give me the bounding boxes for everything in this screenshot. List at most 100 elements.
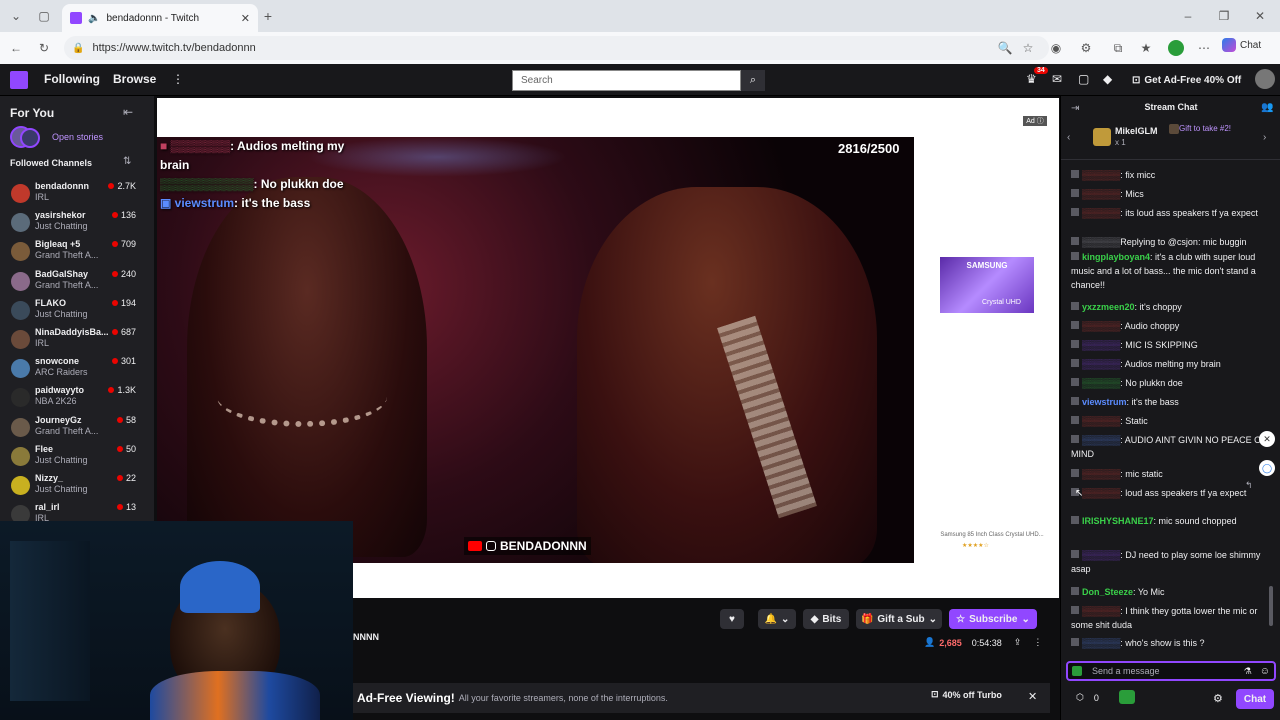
samsung-ad-image[interactable]: SAMSUNG Crystal UHD [940,257,1034,313]
chat-message[interactable]: kingplayboyan4: it's a club with super l… [1071,250,1267,292]
reply-icon[interactable]: ↰ [1245,480,1253,491]
chat-username[interactable]: IRISHYSHANE17 [1082,516,1154,526]
bits-cheer-icon[interactable]: ⚗ [1244,666,1252,677]
subscribe-button[interactable]: ☆ Subscribe ⌄ [949,609,1037,629]
assistant-icon[interactable]: ◯ [1259,460,1275,476]
more-options-icon[interactable]: ⋮ [1033,637,1042,648]
find-icon[interactable]: 🔍 [995,38,1015,58]
chat-message[interactable]: viewstrum: it's the bass [1071,395,1267,409]
url-field[interactable]: 🔒 https://www.twitch.tv/bendadonnn [64,36,1049,60]
chat-username[interactable]: Don_Steeze [1082,587,1133,597]
chat-users-icon[interactable]: 👥 [1261,102,1273,113]
sidebar-channel-item[interactable]: Nizzy_ Just Chatting 22 [0,471,154,500]
split-screen-icon[interactable]: ⧉ [1108,38,1128,58]
sidebar-channel-item[interactable]: BadGalShay Grand Theft A... 240 [0,267,154,296]
chat-input[interactable]: Send a message ⚗ ☺ [1066,661,1276,681]
bits-icon[interactable]: ◆ [1103,72,1112,86]
whispers-icon[interactable]: ▢ [1078,72,1089,86]
favorites-icon[interactable]: ★ [1136,38,1156,58]
collapse-sidebar-icon[interactable]: ⇤ [123,105,133,119]
more-menu-icon[interactable]: ⋯ [1194,38,1214,58]
chat-message[interactable]: ▒▒▒▒▒▒: AUDIO AINT GIVIN NO PEACE O MIND [1071,433,1267,461]
pinned-action[interactable]: Gift to take #2! [1179,124,1231,133]
nav-more-icon[interactable]: ⋮ [172,72,184,86]
sidebar-channel-item[interactable]: JourneyGz Grand Theft A... 58 [0,413,154,442]
chat-message[interactable]: Don_Steeze: Yo Mic [1071,585,1267,599]
close-window-icon[interactable]: ✕ [1250,6,1270,26]
sidebar-channel-item[interactable]: Bigleaq +5 Grand Theft A... 709 [0,237,154,266]
chat-message[interactable]: ▒▒▒▒▒▒Replying to @csjon: mic buggin [1071,235,1267,249]
gift-sub-button[interactable]: 🎁 Gift a Sub ⌄ [856,609,942,629]
prime-loot-icon[interactable]: ♛ [1026,72,1037,86]
workspaces-icon[interactable]: ▢ [34,6,54,26]
new-tab-icon[interactable]: + [258,6,278,26]
ad-free-button[interactable]: ⊡ Get Ad-Free 40% Off [1126,70,1247,90]
chat-message[interactable]: ▒▒▒▒▒▒: mic static [1071,467,1267,481]
settings-gear-icon[interactable]: ⚙ [1076,38,1096,58]
prediction-icon[interactable] [1119,690,1135,704]
stories-avatars[interactable] [10,126,46,150]
open-stories-link[interactable]: Open stories [52,132,103,142]
chat-message[interactable]: ▒▒▒▒▒▒: loud ass speakers tf ya expect [1071,486,1267,500]
chat-message[interactable]: ▒▒▒▒▒▒: Audio choppy [1071,319,1267,333]
bits-button[interactable]: ◆ Bits [803,609,849,629]
back-icon[interactable]: ← [6,38,26,58]
tab-close-icon[interactable]: ✕ [241,12,250,25]
send-chat-button[interactable]: Chat [1236,689,1274,709]
chat-message[interactable]: ▒▒▒▒▒▒: Audios melting my brain [1071,357,1267,371]
chat-message[interactable]: ▒▒▒▒▒▒: its loud ass speakers tf ya expe… [1071,206,1267,220]
profile-avatar-icon[interactable] [1166,38,1186,58]
chat-message[interactable]: ▒▒▒▒▒▒: MIC IS SKIPPING [1071,338,1267,352]
channel-points[interactable]: ⬡ 0 [1076,692,1099,703]
copilot-chat-button[interactable]: Chat [1222,38,1261,52]
chat-message[interactable]: ▒▒▒▒▒▒: DJ need to play some loe shimmy … [1071,548,1267,576]
video-player[interactable]: 2816/2500 ■ ▒▒▒▒▒▒▒: Audios melting my b… [157,137,914,563]
sidebar-channel-item[interactable]: bendadonnn IRL 2.7K [0,179,154,208]
nav-browse[interactable]: Browse [113,72,156,86]
nav-following[interactable]: Following [44,72,100,86]
minimize-icon[interactable]: – [1178,6,1198,26]
chat-settings-icon[interactable]: ⚙ [1213,692,1223,705]
search-input[interactable]: Search [512,70,741,91]
follow-heart-button[interactable]: ♥ [720,609,744,629]
user-avatar[interactable] [1255,69,1275,89]
sidebar-channel-item[interactable]: yasirshekor Just Chatting 136 [0,208,154,237]
emote-picker-icon[interactable]: ☺ [1260,666,1270,677]
chat-message[interactable]: ▒▒▒▒▒▒: I think they gotta lower the mic… [1071,604,1267,632]
refresh-icon[interactable]: ↻ [34,38,54,58]
chevron-right-icon[interactable]: › [1263,132,1266,143]
close-promo-icon[interactable]: ✕ [1028,690,1037,703]
chat-username[interactable]: kingplayboyan4 [1082,252,1150,262]
chat-username[interactable]: yxzzmeen20 [1082,302,1135,312]
notifications-button[interactable]: 🔔 ⌄ [758,609,796,629]
turbo-offer-button[interactable]: ⊡ 40% off Turbo [931,689,1002,700]
chat-username[interactable]: viewstrum [1082,397,1127,407]
chat-message[interactable]: ▒▒▒▒▒▒: Static [1071,414,1267,428]
chevron-left-icon[interactable]: ‹ [1067,132,1070,143]
browser-tab[interactable]: 🔈 bendadonnn - Twitch ✕ [62,4,258,32]
tab-actions-icon[interactable]: ⌄ [6,6,26,26]
channel-name[interactable]: NNNN [353,632,379,642]
sort-icon[interactable]: ⇅ [123,156,131,167]
extension-icon[interactable]: ◉ [1046,38,1066,58]
sidebar-channel-item[interactable]: Flee Just Chatting 50 [0,442,154,471]
chat-message[interactable]: IRISHYSHANE17: mic sound chopped [1071,514,1267,528]
chat-message[interactable]: ▒▒▒▒▒▒: No plukkn doe [1071,376,1267,390]
share-icon[interactable]: ⇪ [1014,637,1022,648]
chat-message[interactable]: ▒▒▒▒▒▒: Mics [1071,187,1267,201]
ad-caption[interactable]: Samsung 85 Inch Class Crystal UHD... [932,532,1052,538]
chat-message[interactable]: ▒▒▒▒▒▒: fix micc [1071,168,1267,182]
sidebar-channel-item[interactable]: paidwayyto NBA 2K26 1.3K [0,383,154,412]
sidebar-channel-item[interactable]: snowcone ARC Raiders 301 [0,354,154,383]
mute-icon[interactable]: 🔈 [88,13,100,24]
maximize-icon[interactable]: ❐ [1214,6,1234,26]
favorite-star-icon[interactable]: ☆ [1018,38,1038,58]
chat-scrollbar[interactable] [1269,586,1273,626]
close-overlay-icon[interactable]: ✕ [1259,431,1275,447]
inbox-icon[interactable]: ✉ [1052,72,1062,86]
chat-message[interactable]: ▒▒▒▒▒▒: who's show is this ? [1071,636,1267,650]
twitch-logo-icon[interactable] [10,71,28,89]
sidebar-channel-item[interactable]: FLAKO Just Chatting 194 [0,296,154,325]
search-button[interactable]: ⌕ [741,70,765,91]
sidebar-channel-item[interactable]: NinaDaddyisBa... IRL 687 [0,325,154,354]
